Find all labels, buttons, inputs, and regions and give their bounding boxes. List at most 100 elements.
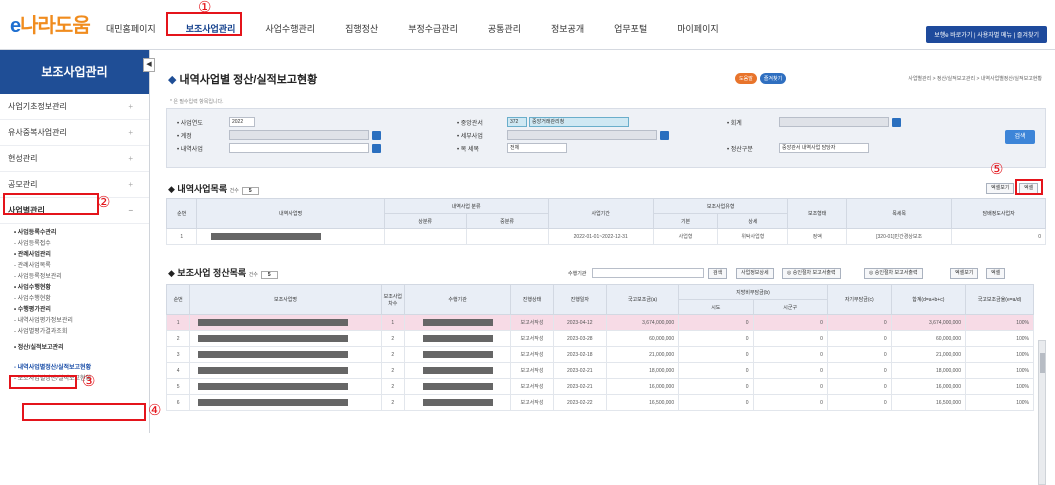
table-row[interactable]: 5 2 보고서작성 2023-02-21 16,000,000 0 0 0 16,000,000… (165, 378, 1034, 395)
gnb-work-portal[interactable]: 업무포털 (610, 18, 651, 39)
ministry-name[interactable]: 중앙거래관리청 (529, 117, 629, 127)
sidebar-item-label: 공모관리 (8, 180, 38, 189)
minus-icon: − (128, 206, 133, 215)
col-header: 기본 (652, 213, 719, 229)
agency-label: 수행기관 (568, 271, 587, 277)
masked-project-name (198, 351, 349, 358)
sidebar-sub-registration-intake[interactable]: - 사업등록접수 (0, 239, 149, 250)
print-report-button[interactable]: ◎ 승인절차 보고서출력 (782, 268, 841, 279)
ministry-label: • 중앙관서 (457, 121, 483, 127)
col-header: 국고보조금율(e=a/d) (965, 284, 1034, 315)
col-header: 보조사업차수 (380, 284, 406, 315)
col-header: 내역사업 분류 (383, 198, 549, 214)
sidebar-collapse-icon[interactable]: ◀ (143, 58, 155, 72)
year-select[interactable]: 2022 (229, 117, 255, 127)
account-field[interactable] (229, 130, 369, 140)
search-button[interactable]: 검색 (1005, 130, 1035, 144)
masked-agency-name (422, 383, 493, 390)
masked-agency-name (422, 367, 493, 374)
col-header: 시도 (678, 299, 754, 315)
sidebar-title: 보조사업관리 (0, 50, 149, 94)
table-row[interactable]: 3 2 보고서작성 2023-02-18 21,000,000 0 0 0 21,000,000… (165, 346, 1034, 363)
col-header: 합계(d=a+b+c) (890, 284, 967, 315)
gnb-disclosure[interactable]: 정보공개 (547, 18, 588, 39)
sidebar-sub-registration[interactable]: • 사업등록수관리 (0, 228, 149, 239)
masked-agency-name (422, 351, 493, 358)
detail-project-field[interactable] (229, 143, 369, 153)
gnb-public-home[interactable]: 대민홈페이지 (102, 18, 160, 39)
table-row[interactable]: 1 2022-01-01~2022-12-31 사업형 위탁사업형 정액 [32… (165, 228, 1046, 245)
gnb-project-execution[interactable]: 사업수행관리 (261, 18, 319, 39)
sidebar-item-status[interactable]: 현성관리 + (0, 146, 149, 172)
per-page-select[interactable]: 5 (241, 187, 259, 195)
col-header: 진행상태 (510, 284, 554, 315)
year-label: • 사업연도 (177, 121, 203, 127)
col-header: 사업기간 (547, 198, 654, 229)
col-header: 담배정도사업자 (951, 198, 1046, 229)
highlight-settlement-menu (9, 375, 77, 389)
fiscal-search-icon[interactable] (892, 118, 901, 127)
item-select[interactable]: 전체 (507, 143, 567, 153)
enara-logo[interactable]: e나라도움 (10, 9, 91, 38)
masked-agency-name (422, 319, 493, 326)
col-header: 중분류 (465, 213, 549, 229)
table-row[interactable]: 1 1 보고서작성 2023-04-12 3,674,000,000 0 0 0 3,674,0… (165, 314, 1034, 331)
item-label: • 목 세목 (457, 147, 479, 153)
sidebar-sub-registration-info[interactable]: - 사업등록정보관리 (0, 272, 149, 283)
col-header: 상분류 (383, 213, 467, 229)
ministry-code[interactable]: 372 (507, 117, 527, 127)
sidebar-sub-customary[interactable]: • 관례사업관리 (0, 250, 149, 261)
sidebar-sub-execution-status[interactable]: • 사업수행현황 (0, 283, 149, 294)
sidebar-sub-detail-settlement[interactable]: - 내역사업별정산/실적보고현황 (0, 363, 149, 374)
sidebar-item-basic-info[interactable]: 사업기초정보관리 + (0, 94, 149, 120)
sidebar-sub-customary-list[interactable]: - 관례사업목록 (0, 261, 149, 272)
sidebar-item-duplicate[interactable]: 유사중복사업관리 + (0, 120, 149, 146)
subproject-field[interactable] (507, 130, 657, 140)
subproject-search-icon[interactable] (660, 131, 669, 140)
gnb-my-page[interactable]: 마이페이지 (673, 18, 722, 39)
col-header: 보조사업유형 (652, 198, 789, 214)
sidebar-sub-evaluation[interactable]: • 수행평가관리 (0, 305, 149, 316)
help-button[interactable]: 도움말 (735, 73, 757, 84)
settlement-list-title: ◆ 보조사업 정산목록 건수 5 (168, 266, 278, 279)
col-header: 목세목 (845, 198, 953, 229)
print-report-button-2[interactable]: ◎ 승인절차 보고서출력 (864, 268, 923, 279)
favorite-button[interactable]: 즐겨찾기 (759, 73, 787, 84)
per-page-select[interactable]: 5 (260, 271, 278, 279)
sidebar-sub-evaluation-result[interactable]: - 사업별평가결과조회 (0, 327, 149, 338)
col-header: 자기부담금(c) (826, 284, 892, 315)
settle-excel-view-button[interactable]: 엑셀보기 (950, 268, 979, 279)
table-row[interactable]: 4 2 보고서작성 2023-02-21 18,000,000 0 0 0 18,000,000… (165, 362, 1034, 379)
plus-icon: + (128, 102, 133, 111)
marker-2: ② (97, 193, 111, 211)
excel-view-button[interactable]: 엑셀보기 (986, 183, 1015, 194)
col-header: 시군구 (752, 299, 828, 315)
col-header: 상세 (717, 213, 789, 229)
gnb-common-management[interactable]: 공통관리 (484, 18, 525, 39)
gnb-settlement[interactable]: 집행정산 (341, 18, 382, 39)
detail-search-icon[interactable] (372, 144, 381, 153)
plus-icon: + (128, 180, 133, 189)
subproject-label: • 세부사업 (457, 134, 483, 140)
sidebar-sub-evaluation-info[interactable]: - 내역사업평가정보관리 (0, 316, 149, 327)
standard-select[interactable]: 중앙관서 내역사업 담당자 (779, 143, 869, 153)
scrollbar-thumb[interactable] (1040, 353, 1045, 373)
account-search-icon[interactable] (372, 131, 381, 140)
sidebar-sub-execution-status-item[interactable]: - 사업수행현황 (0, 294, 149, 305)
fiscal-field[interactable] (779, 117, 889, 127)
table-row[interactable]: 2 2 보고서작성 2023-03-28 60,000,000 0 0 0 60,000,000… (165, 330, 1034, 347)
gnb-fraud-management[interactable]: 부정수급관리 (404, 18, 462, 39)
help-badges: 도움말 즐겨찾기 (735, 73, 787, 84)
sidebar-sub-settlement-report[interactable]: • 정산/실적보고관리 (0, 343, 149, 354)
masked-project-name (198, 335, 349, 342)
project-detail-button[interactable]: 사업정보상세 (736, 268, 774, 279)
agency-input[interactable] (592, 268, 704, 278)
settle-search-button[interactable]: 검색 (708, 268, 728, 279)
col-header: 지방비부담금(b) (678, 284, 828, 300)
sidebar-item-label: 유사중복사업관리 (8, 128, 67, 137)
settle-excel-button[interactable]: 엑셀 (986, 268, 1006, 279)
utility-links[interactable]: 보행e 바로가기 | 사용자별 메뉴 | 즐겨찾기 (926, 26, 1047, 43)
table-scrollbar[interactable] (1038, 340, 1046, 485)
account-label: • 계정 (177, 134, 192, 140)
table-row[interactable]: 6 2 보고서작성 2023-02-22 16,500,000 0 0 0 16,500,000… (165, 394, 1034, 411)
